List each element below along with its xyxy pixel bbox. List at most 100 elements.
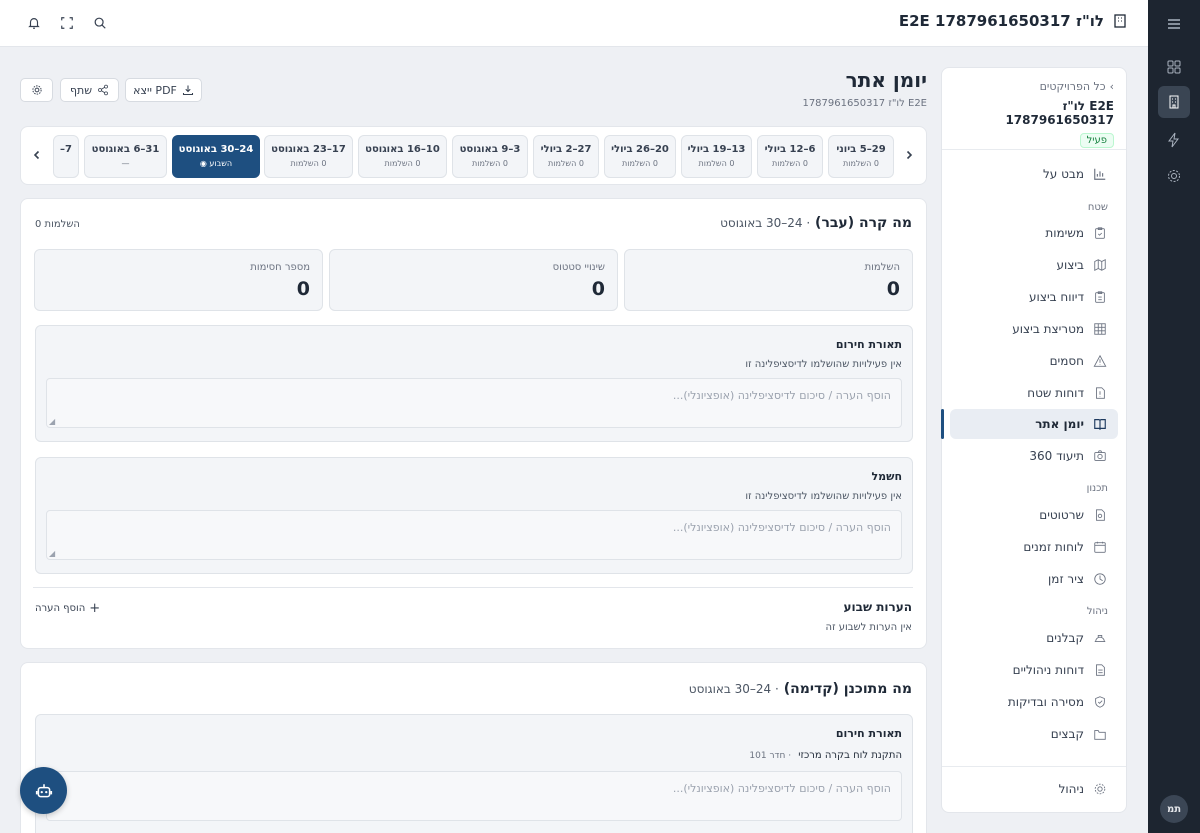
- stat-value: 0: [886, 278, 900, 300]
- week-sub: 0 השלמות: [622, 159, 658, 168]
- bolt-icon[interactable]: [1158, 124, 1190, 156]
- dashboard-icon[interactable]: [1158, 51, 1190, 83]
- file-search-icon: [1092, 507, 1108, 523]
- share-button[interactable]: שתף: [60, 78, 119, 102]
- week-label: 10–16 באוגוסט: [365, 144, 440, 155]
- sidebar-item-360[interactable]: תיעוד 360: [950, 441, 1118, 471]
- chevron-right-icon: ›: [1109, 80, 1114, 93]
- sidebar-item-drawings[interactable]: שרטוטים: [950, 500, 1118, 530]
- fullscreen-icon[interactable]: [56, 12, 78, 34]
- week-label: 27–2 ביולי: [540, 144, 592, 155]
- sidebar-item-label: דיווח ביצוע: [1029, 290, 1084, 304]
- sidebar-item-mgmt-reports[interactable]: דוחות ניהוליים: [950, 655, 1118, 685]
- sidebar-item-label: תיעוד 360: [1029, 449, 1084, 463]
- week-selector: 29–5 ביוני 0 השלמות 6–12 ביולי 0 השלמות …: [20, 126, 927, 185]
- week-chip[interactable]: 10–16 באוגוסט 0 השלמות: [358, 135, 447, 178]
- completion-count: 0 השלמות: [35, 219, 80, 230]
- share-label: שתף: [69, 83, 93, 97]
- week-chip[interactable]: 7–: [53, 135, 79, 178]
- sidebar-item-schedules[interactable]: לוחות זמנים: [950, 532, 1118, 562]
- clock-icon: [1092, 571, 1108, 587]
- sidebar-item-field-reports[interactable]: דוחות שטח: [950, 378, 1118, 408]
- week-chip[interactable]: 20–26 ביולי 0 השלמות: [604, 135, 676, 178]
- shield-check-icon: [1092, 694, 1108, 710]
- sidebar-item-label: מטריצת ביצוע: [1012, 322, 1084, 336]
- week-label: 6–12 ביולי: [764, 144, 816, 155]
- sidebar-item-timeline[interactable]: ציר זמן: [950, 564, 1118, 594]
- avatar[interactable]: תמ: [1160, 795, 1188, 823]
- book-open-icon: [1092, 416, 1108, 432]
- sidebar-item-label: ציר זמן: [1048, 572, 1084, 586]
- sidebar-item-handover[interactable]: מסירה ובדיקות: [950, 687, 1118, 717]
- week-chip[interactable]: 13–19 ביולי 0 השלמות: [681, 135, 752, 178]
- discipline-note-input[interactable]: הוסף הערה / סיכום לדיסציפלינה (אופציונלי…: [46, 378, 902, 428]
- week-sub: 0 השלמות: [290, 159, 327, 168]
- search-icon[interactable]: [89, 12, 111, 34]
- activity-room: · חדר 101: [749, 751, 792, 761]
- page-title: יומן אתר: [845, 68, 927, 92]
- menu-icon[interactable]: [1158, 8, 1190, 40]
- chevron-left-icon[interactable]: [29, 147, 45, 163]
- week-chip-selected[interactable]: 24–30 באוגוסט השבוע ◉: [172, 135, 260, 178]
- sidebar-item-tasks[interactable]: משימות: [950, 218, 1118, 248]
- export-pdf-label: ייצא PDF: [133, 83, 177, 97]
- gear-icon: [1092, 781, 1108, 797]
- back-label: כל הפרויקטים: [1039, 80, 1106, 93]
- page-subtitle: E2E לו"ז 1787961650317: [802, 98, 927, 109]
- sidebar-item-label: קבלנים: [1046, 631, 1084, 645]
- sidebar-item-site-diary[interactable]: יומן אתר: [941, 409, 1118, 439]
- sidebar-item-execution-matrix[interactable]: מטריצת ביצוע: [950, 314, 1118, 344]
- sidebar-item-contractors[interactable]: קבלנים: [950, 623, 1118, 653]
- assistant-button[interactable]: [20, 767, 67, 814]
- divider: [33, 587, 913, 588]
- stat-completions: השלמות 0: [624, 249, 913, 311]
- stat-label: מספר חסימות: [250, 262, 310, 273]
- week-chip[interactable]: 31–6 באוגוסט —: [84, 135, 167, 178]
- bell-icon[interactable]: [23, 12, 45, 34]
- sidebar-item-execution[interactable]: ביצוע: [950, 250, 1118, 280]
- settings-button[interactable]: [20, 78, 53, 102]
- resize-grip-icon[interactable]: ◢: [49, 417, 55, 426]
- week-notes-empty: אין הערות לשבוע זה: [825, 622, 912, 633]
- top-bar: E2E לו"ז 1787961650317: [0, 0, 1148, 47]
- export-pdf-button[interactable]: ייצא PDF: [125, 78, 202, 102]
- discipline-card: תאורת חירום אין פעילויות שהושלמו לדיסציפ…: [35, 325, 913, 442]
- activity-name: התקנת לוח בקרה מרכזי: [798, 750, 902, 761]
- sidebar-item-label: ניהול: [1058, 782, 1084, 796]
- discipline-note-input[interactable]: הוסף הערה / סיכום לדיסציפלינה (אופציונלי…: [46, 771, 902, 821]
- building-icon: [1112, 13, 1128, 29]
- stat-value: 0: [296, 278, 310, 300]
- sidebar-item-admin[interactable]: ניהול: [950, 774, 1118, 804]
- week-chip[interactable]: 27–2 ביולי 0 השלמות: [533, 135, 599, 178]
- week-sub: השבוע ◉: [199, 159, 233, 168]
- resize-grip-icon[interactable]: ◢: [49, 549, 55, 558]
- discipline-note-input[interactable]: הוסף הערה / סיכום לדיסציפלינה (אופציונלי…: [46, 510, 902, 560]
- past-summary-card: מה קרה (עבר) · 24–30 באוגוסט 0 השלמות הש…: [20, 198, 927, 649]
- sidebar-item-label: שרטוטים: [1039, 508, 1084, 522]
- back-to-projects[interactable]: › כל הפרויקטים: [954, 80, 1114, 93]
- week-chip[interactable]: 29–5 ביוני 0 השלמות: [828, 135, 894, 178]
- file-alert-icon: [1092, 385, 1108, 401]
- building-icon[interactable]: [1158, 86, 1190, 118]
- add-note-button[interactable]: הוסף הערה +: [35, 601, 100, 616]
- file-text-icon: [1092, 662, 1108, 678]
- project-name: E2E לו"ז 1787961650317: [1005, 99, 1114, 127]
- week-chip[interactable]: 3–9 באוגוסט 0 השלמות: [452, 135, 528, 178]
- sidebar-item-label: משימות: [1045, 226, 1084, 240]
- past-date: · 24–30 באוגוסט: [720, 216, 811, 230]
- planned-activity: התקנת לוח בקרה מרכזי · חדר 101: [749, 750, 902, 761]
- sidebar-item-execution-report[interactable]: דיווח ביצוע: [950, 282, 1118, 312]
- robot-icon: [35, 782, 53, 800]
- sidebar-item-files[interactable]: קבצים: [950, 719, 1118, 749]
- week-label: 7–: [60, 144, 72, 155]
- gear-icon[interactable]: [1158, 160, 1190, 192]
- hard-hat-icon: [1092, 630, 1108, 646]
- section-management: ניהול: [1086, 606, 1108, 617]
- sidebar-item-blockers[interactable]: חסמים: [950, 346, 1118, 376]
- week-chip[interactable]: 6–12 ביולי 0 השלמות: [757, 135, 823, 178]
- discipline-name: חשמל: [871, 470, 902, 483]
- week-chip[interactable]: 17–23 באוגוסט 0 השלמות: [264, 135, 353, 178]
- share-icon: [97, 84, 109, 96]
- chevron-right-icon[interactable]: [901, 147, 917, 163]
- sidebar-item-overview[interactable]: מבט על: [950, 159, 1118, 189]
